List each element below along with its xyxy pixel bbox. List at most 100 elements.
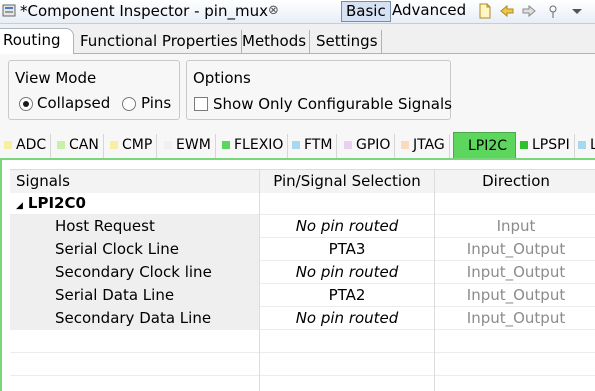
ftm-color-swatch (292, 141, 300, 149)
direction-cell: Input_Output (466, 263, 566, 281)
table-row[interactable]: Secondary Data Line No pin routed Input_… (10, 307, 595, 330)
tab-adc[interactable]: ADC (0, 134, 52, 158)
advanced-mode-button[interactable]: Advanced (390, 1, 468, 22)
show-configurable-label[interactable]: Show Only Configurable Signals (213, 95, 452, 113)
empty-cell (435, 353, 595, 376)
new-document-icon[interactable] (477, 3, 493, 19)
collapse-triangle-icon[interactable]: ◢ (16, 201, 23, 211)
forward-arrow-icon[interactable] (521, 3, 537, 19)
adc-color-swatch (4, 141, 12, 149)
header-signals[interactable]: Signals (10, 170, 260, 193)
tab-lpspi[interactable]: LPSPI (516, 134, 575, 158)
tab-lpi2c-label: LPI2C (468, 138, 508, 154)
pin-view-icon[interactable] (545, 3, 561, 19)
tab-lpi2c[interactable]: LPI2C (453, 132, 516, 159)
pin-cell[interactable]: PTA2 (260, 284, 435, 307)
lpspi-color-swatch (520, 141, 528, 149)
options-title: Options (193, 69, 251, 87)
main-tab-bar: Routing Functional Properties Methods Se… (0, 26, 595, 55)
component-inspector-icon (2, 4, 16, 17)
empty-cell (260, 330, 435, 353)
direction-cell: Input_Output (466, 286, 566, 304)
direction-cell: Input_Output (466, 309, 566, 327)
empty-row (10, 330, 595, 353)
empty-cell (435, 330, 595, 353)
tab-lpspi-label: LPSPI (532, 137, 570, 153)
view-title[interactable]: *Component Inspector - pin_mux (20, 2, 268, 20)
peripheral-tab-bar: ADC CAN CMP EWM FLEXIO FTM GPIO JTAG LPI… (0, 132, 595, 159)
flexio-color-swatch (222, 141, 230, 149)
view-menu-icon[interactable] (569, 3, 585, 19)
can-color-swatch (57, 141, 65, 149)
lpi2c-color-swatch (458, 140, 466, 148)
signal-cell: Serial Clock Line (10, 238, 260, 261)
collapsed-label[interactable]: Collapsed (37, 94, 110, 112)
tab-cmp[interactable]: CMP (106, 134, 158, 158)
tab-methods[interactable]: Methods (239, 30, 311, 54)
basic-mode-button[interactable]: Basic (341, 1, 391, 22)
view-mode-title: View Mode (15, 69, 97, 87)
table-header-row: Signals Pin/Signal Selection Direction (10, 169, 595, 193)
pins-label[interactable]: Pins (141, 94, 171, 112)
tab-flexio-label: FLEXIO (234, 137, 284, 153)
tab-ftm-label: FTM (304, 137, 333, 153)
table-group-row[interactable]: ◢ LPI2C0 (10, 192, 595, 215)
tab-cmp-label: CMP (122, 137, 153, 153)
view-mode-group: View Mode Collapsed Pins (8, 60, 180, 120)
tab-ewm[interactable]: EWM (160, 134, 216, 158)
signal-cell: Serial Data Line (10, 284, 260, 307)
direction-cell: Input_Output (466, 240, 566, 258)
tab-gpio[interactable]: GPIO (340, 134, 396, 158)
tab-adc-label: ADC (16, 137, 47, 153)
empty-cell (10, 353, 260, 376)
signal-cell: Host Request (10, 215, 260, 238)
tab-flexio[interactable]: FLEXIO (218, 134, 289, 158)
empty-cell (260, 353, 435, 376)
pin-cell[interactable]: No pin routed (260, 261, 435, 284)
table-row[interactable]: Serial Data Line PTA2 Input_Output (10, 284, 595, 307)
l-color-swatch (578, 141, 586, 149)
back-arrow-icon[interactable] (499, 3, 515, 19)
view-titlebar: *Component Inspector - pin_mux ⊗ Basic A… (0, 0, 595, 24)
tab-functional-properties[interactable]: Functional Properties (77, 30, 242, 54)
options-group: Options Show Only Configurable Signals (186, 60, 452, 120)
group-direction-cell (435, 192, 595, 215)
tab-can-label: CAN (69, 137, 99, 153)
group-label: LPI2C0 (27, 194, 86, 212)
tab-can[interactable]: CAN (53, 134, 104, 158)
tab-ftm[interactable]: FTM (288, 134, 338, 158)
close-tab-icon[interactable]: ⊗ (268, 3, 279, 18)
table-row[interactable]: Serial Clock Line PTA3 Input_Output (10, 238, 595, 261)
pin-cell[interactable]: No pin routed (260, 215, 435, 238)
tab-jtag[interactable]: JTAG (397, 134, 450, 158)
pin-cell[interactable]: No pin routed (260, 307, 435, 330)
empty-cell (260, 376, 435, 391)
table-row[interactable]: Secondary Clock line No pin routed Input… (10, 261, 595, 284)
tab-ewm-label: EWM (176, 137, 211, 153)
gpio-color-swatch (344, 141, 352, 149)
jtag-color-swatch (401, 141, 409, 149)
tab-l-partial[interactable]: L (574, 134, 595, 158)
group-cell: ◢ LPI2C0 (10, 192, 260, 215)
empty-row (10, 353, 595, 376)
table-row[interactable]: Host Request No pin routed Input (10, 215, 595, 238)
cmp-color-swatch (110, 141, 118, 149)
empty-cell (10, 330, 260, 353)
signal-cell: Secondary Clock line (10, 261, 260, 284)
tab-settings[interactable]: Settings (313, 30, 382, 54)
header-direction[interactable]: Direction (435, 170, 595, 193)
tab-jtag-label: JTAG (413, 137, 445, 153)
direction-cell: Input (496, 217, 536, 235)
routing-panel: View Mode Collapsed Pins Options Show On… (0, 54, 595, 391)
tab-routing[interactable]: Routing (0, 28, 74, 55)
tab-gpio-label: GPIO (356, 137, 391, 153)
pins-radio[interactable] (122, 97, 136, 111)
ewm-color-swatch (164, 141, 172, 149)
pin-cell[interactable]: PTA3 (260, 238, 435, 261)
collapsed-radio[interactable] (19, 97, 33, 111)
header-pin-selection[interactable]: Pin/Signal Selection (260, 170, 435, 193)
signal-cell: Secondary Data Line (10, 307, 260, 330)
empty-cell (10, 376, 260, 391)
show-configurable-checkbox[interactable] (194, 97, 208, 111)
tab-l-label: L (590, 137, 595, 153)
